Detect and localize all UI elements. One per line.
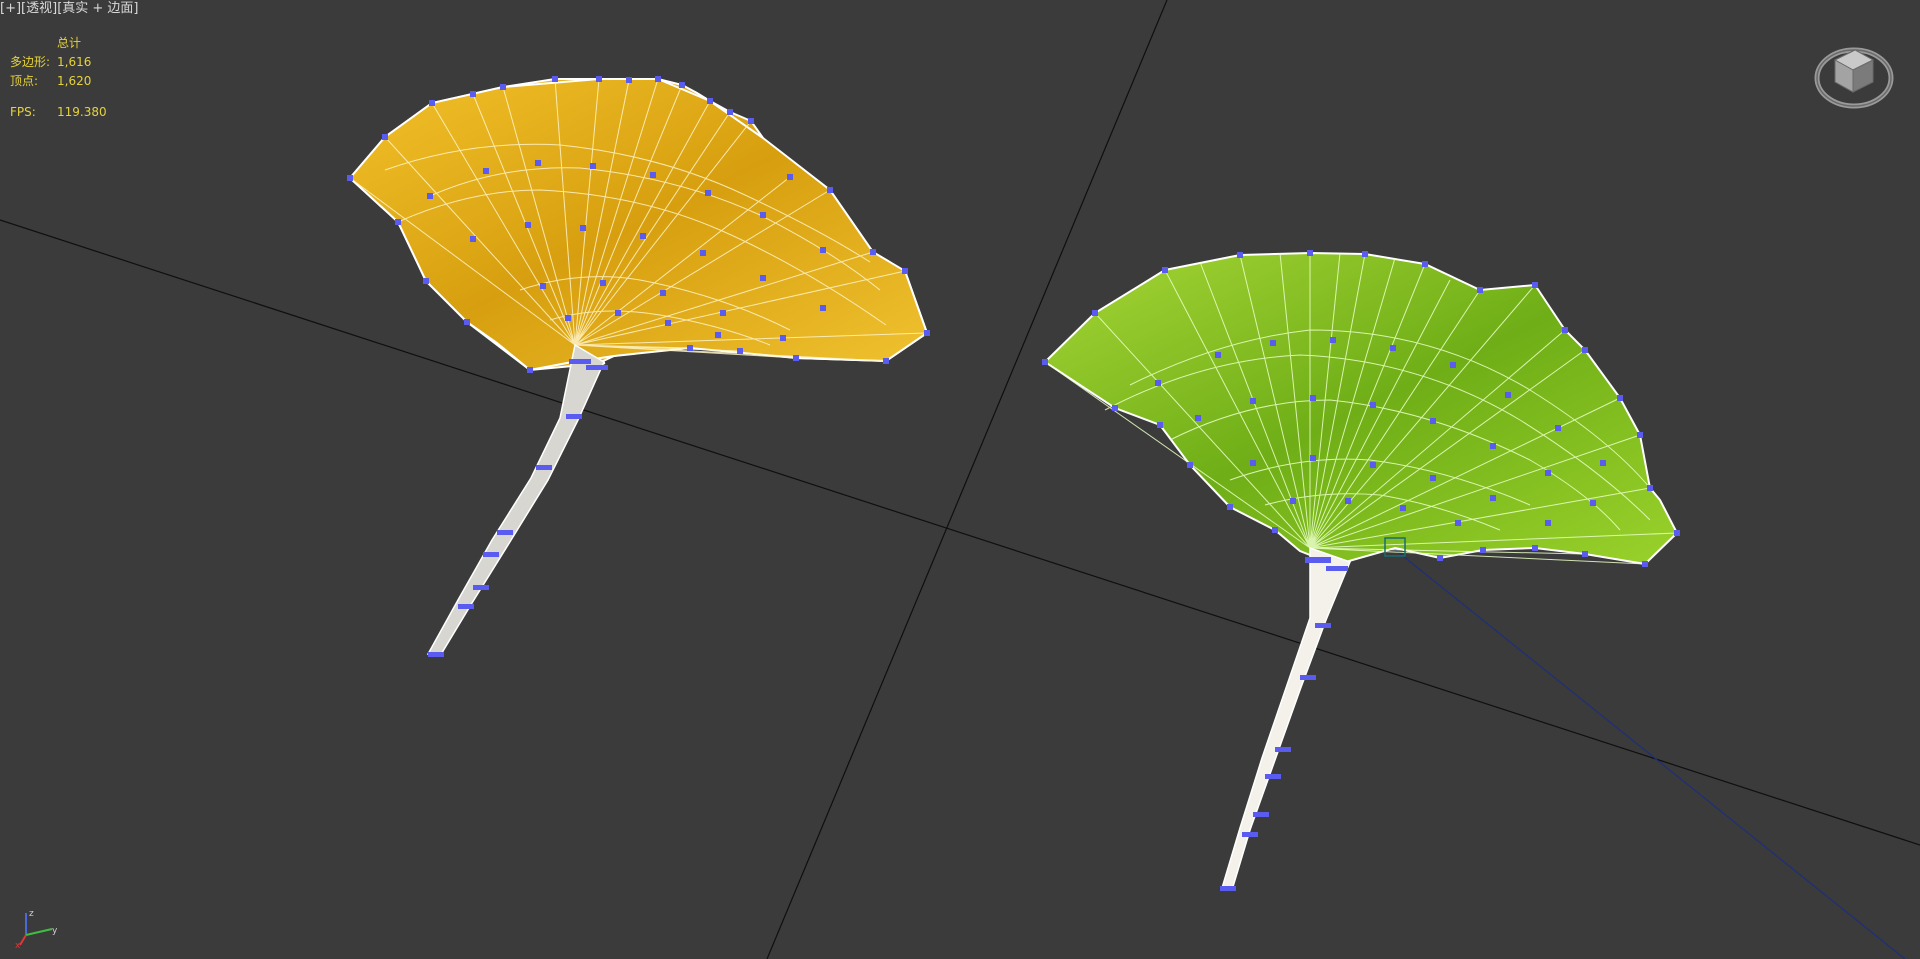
viewcube-icon[interactable] xyxy=(1813,30,1895,112)
stats-polygons-value: 1,616 xyxy=(57,55,92,69)
viewport-shading-menu[interactable]: [真实 + 边面] xyxy=(57,1,138,16)
svg-text:x: x xyxy=(15,941,21,949)
stats-polygons-label: 多边形: xyxy=(10,55,51,69)
stats-fps-label: FPS: xyxy=(10,105,36,119)
gizmo-ray-line xyxy=(1392,547,1906,959)
svg-text:y: y xyxy=(52,926,58,936)
svg-text:z: z xyxy=(29,909,34,919)
grid-axis-line xyxy=(766,0,1168,959)
yellow-leaf-stem[interactable] xyxy=(426,343,605,657)
stats-vertices-value: 1,620 xyxy=(57,74,92,88)
stats-polygons-row: 多边形: 1,616 xyxy=(10,53,107,72)
stats-vertices-label: 顶点: xyxy=(10,74,39,88)
viewport-view-menu[interactable]: [透视] xyxy=(21,1,57,16)
yellow-ginkgo-leaf[interactable] xyxy=(347,76,930,657)
stats-fps-value: 119.380 xyxy=(57,105,107,119)
green-leaf-blade[interactable] xyxy=(1043,251,1679,567)
viewport-label: [+][透视][真实 + 边面] xyxy=(0,0,139,18)
yellow-leaf-blade-fill xyxy=(348,78,929,372)
statistics-overlay: 总计 多边形: 1,616 顶点: 1,620 FPS: 119.380 xyxy=(10,34,107,122)
green-leaf-stem[interactable] xyxy=(1221,546,1351,891)
stats-vertices-row: 顶点: 1,620 xyxy=(10,72,107,91)
viewport-scene[interactable] xyxy=(0,0,1920,959)
perspective-viewport[interactable]: [+][透视][真实 + 边面] 总计 多边形: 1,616 顶点: 1,620… xyxy=(0,0,1920,959)
stats-fps-row: FPS: 119.380 xyxy=(10,103,107,122)
viewport-plus-menu[interactable]: [+] xyxy=(0,1,21,16)
stats-header: 总计 xyxy=(57,36,82,50)
green-ginkgo-leaf[interactable] xyxy=(1042,250,1680,891)
axis-tripod-icon: z y x xyxy=(15,909,58,949)
